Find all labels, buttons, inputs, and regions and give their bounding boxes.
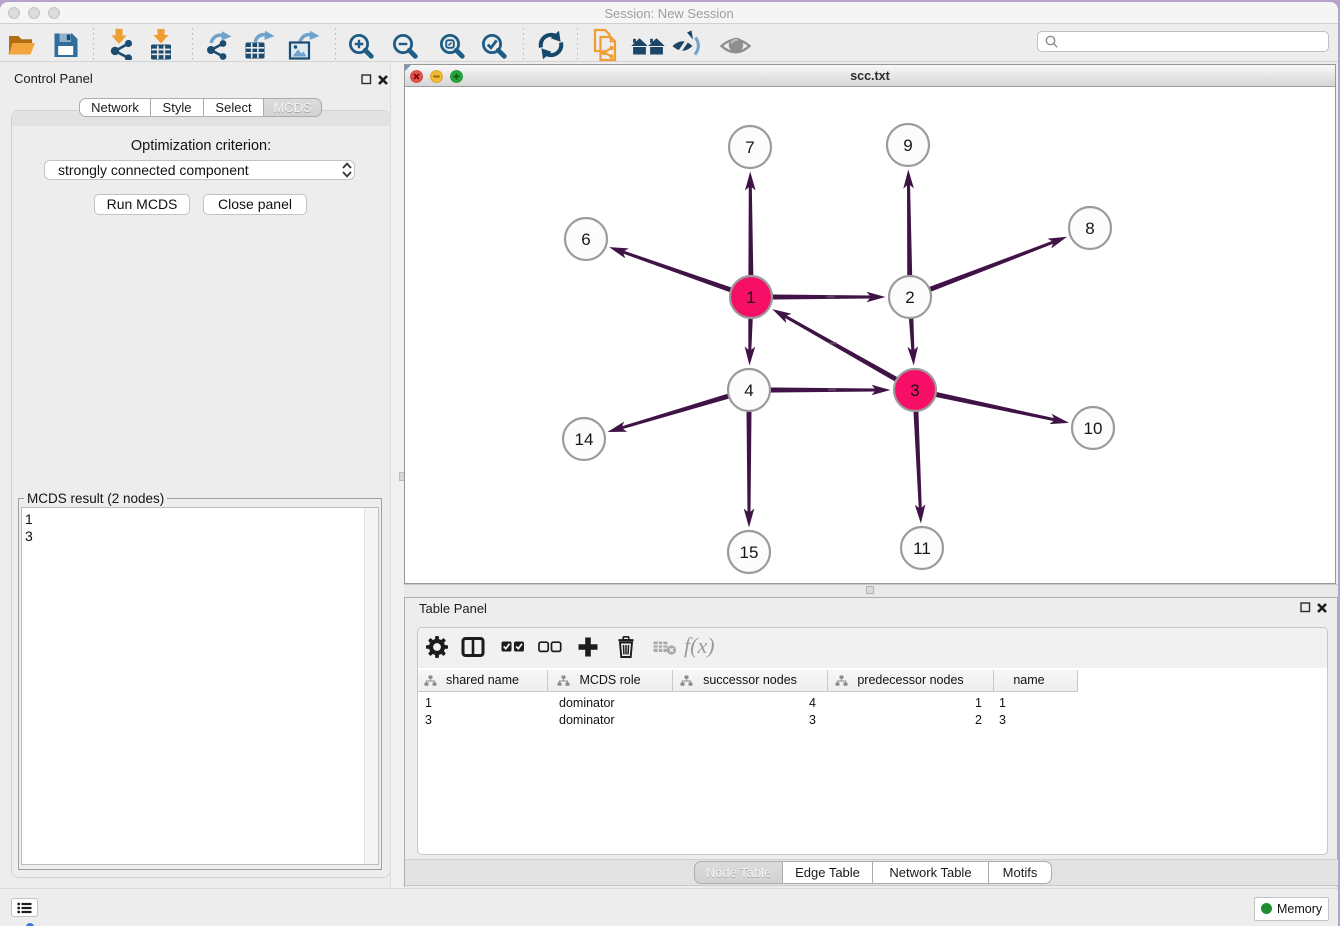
svg-text:4: 4 bbox=[744, 381, 753, 400]
svg-text:14: 14 bbox=[575, 430, 594, 449]
svg-text:1: 1 bbox=[746, 288, 755, 307]
svg-text:3: 3 bbox=[910, 381, 919, 400]
svg-text:8: 8 bbox=[1085, 219, 1094, 238]
svg-text:11: 11 bbox=[913, 539, 931, 558]
svg-text:9: 9 bbox=[903, 136, 912, 155]
svg-text:6: 6 bbox=[581, 230, 590, 249]
svg-text:2: 2 bbox=[905, 288, 914, 307]
svg-text:15: 15 bbox=[740, 543, 759, 562]
svg-text:10: 10 bbox=[1084, 419, 1103, 438]
svg-text:7: 7 bbox=[745, 138, 754, 157]
